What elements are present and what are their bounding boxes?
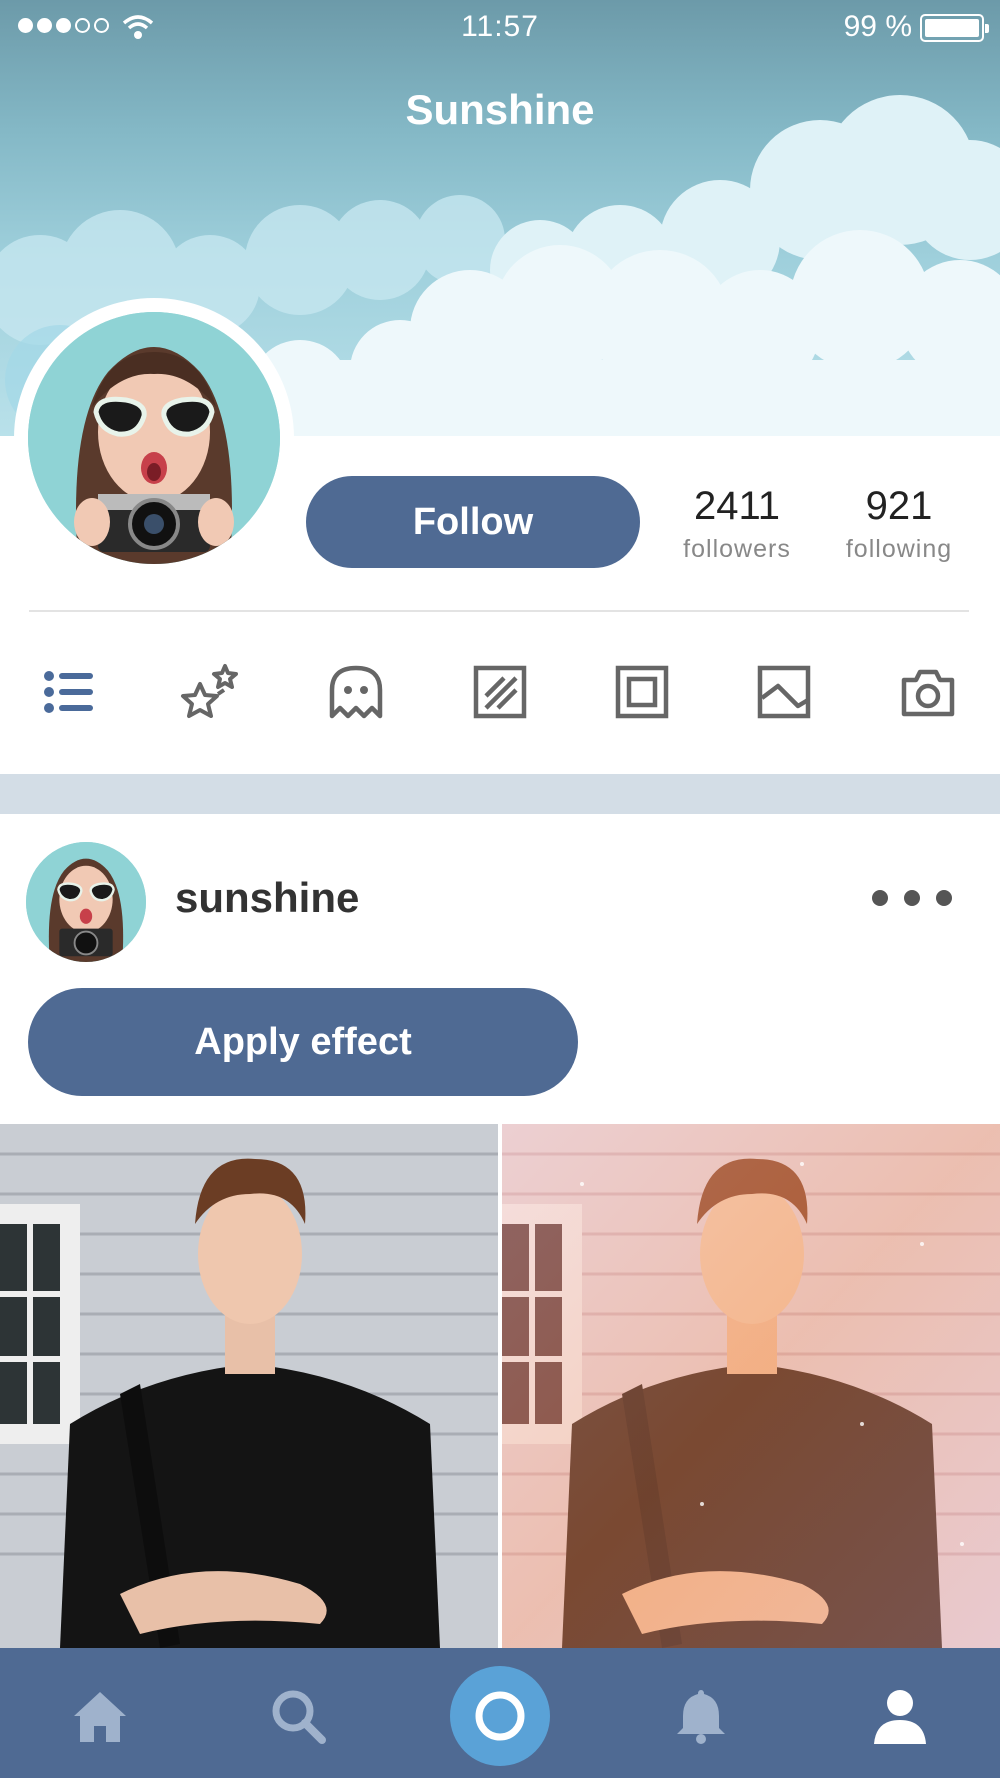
profile-icon[interactable]	[860, 1676, 940, 1756]
sparkle-stars-icon[interactable]	[180, 662, 240, 722]
frame-icon[interactable]	[612, 662, 672, 722]
more-options-icon[interactable]	[872, 890, 952, 906]
apply-effect-button[interactable]: Apply effect	[28, 988, 578, 1096]
follow-button[interactable]: Follow	[306, 476, 640, 568]
page-title: Sunshine	[405, 86, 595, 133]
filtered-photo[interactable]	[502, 1124, 1000, 1648]
search-icon[interactable]	[258, 1676, 338, 1756]
post-avatar-illustration	[26, 842, 146, 962]
following-count: 921	[865, 484, 933, 528]
post-author-avatar[interactable]	[26, 842, 146, 962]
home-icon[interactable]	[60, 1676, 140, 1756]
post-username[interactable]: sunshine	[175, 874, 359, 922]
battery-icon	[920, 14, 989, 42]
profile-avatar[interactable]	[14, 298, 294, 578]
record-icon[interactable]	[450, 1666, 550, 1766]
camera-icon[interactable]	[898, 662, 958, 722]
ghost-icon[interactable]	[326, 662, 386, 722]
list-icon[interactable]	[39, 662, 99, 722]
original-photo[interactable]	[0, 1124, 498, 1648]
filter-icon-row	[0, 662, 1000, 734]
following-label: following	[845, 535, 953, 563]
followers-stat[interactable]: 2411 followers	[672, 484, 802, 564]
avatar-illustration	[28, 312, 280, 564]
section-separator	[0, 774, 1000, 814]
following-stat[interactable]: 921 following	[834, 484, 964, 564]
slash-square-icon[interactable]	[470, 662, 530, 722]
bell-icon[interactable]	[661, 1676, 741, 1756]
image-icon[interactable]	[754, 662, 814, 722]
followers-count: 2411	[693, 484, 780, 528]
status-bar: 11:57 99 %	[0, 0, 1000, 56]
battery-percentage: 99 %	[843, 10, 912, 43]
followers-label: followers	[683, 535, 791, 563]
bottom-tab-bar	[0, 1648, 1000, 1778]
profile-divider	[29, 610, 969, 612]
